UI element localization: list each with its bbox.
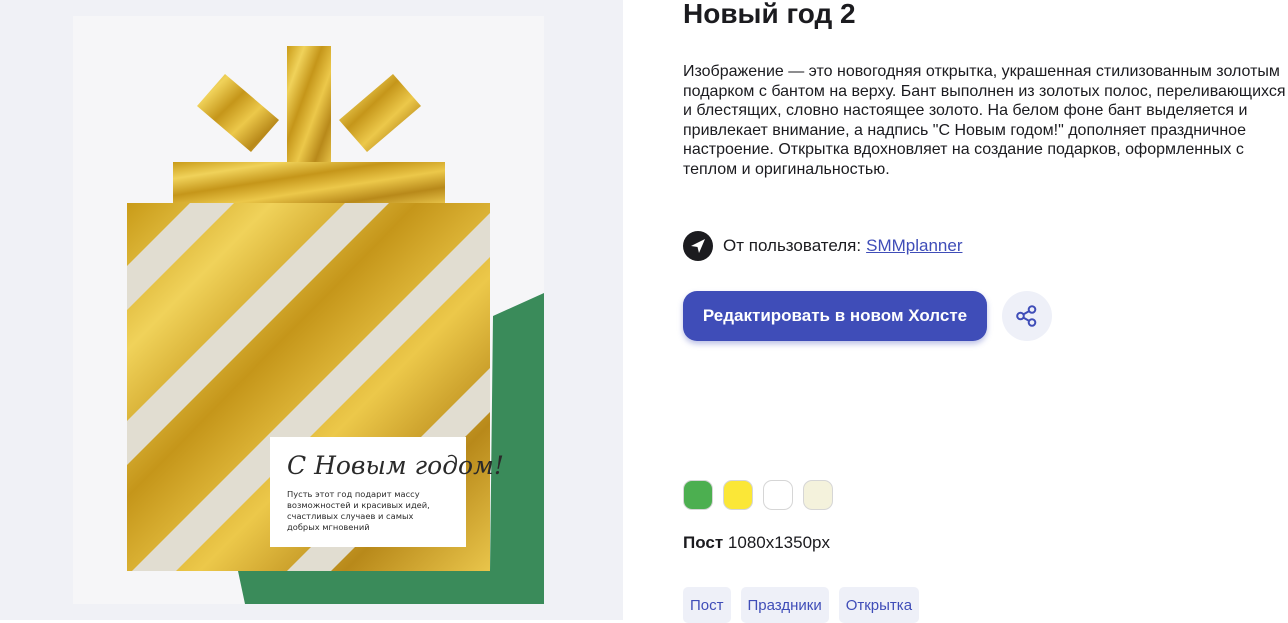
card-text-line: возможностей и красивых идей,	[287, 500, 430, 510]
author-prefix: От пользователя:	[723, 236, 862, 255]
share-button[interactable]	[1002, 291, 1052, 341]
card-text-line: счастливых случаев и самых	[287, 511, 414, 521]
template-preview-image[interactable]: С Новым годом! Пусть этот год подарит ма…	[73, 16, 544, 604]
format-size: Пост 1080x1350px	[683, 533, 830, 553]
edit-in-canvas-button[interactable]: Редактировать в новом Холсте	[683, 291, 987, 341]
card-greeting: С Новым годом!	[287, 451, 504, 480]
format-label: Пост	[683, 533, 724, 552]
color-swatch-cream[interactable]	[803, 480, 833, 510]
page-title: Новый год 2	[683, 0, 856, 29]
color-swatch-yellow[interactable]	[723, 480, 753, 510]
format-dimensions: 1080x1350px	[727, 533, 830, 552]
tag-post[interactable]: Пост	[683, 587, 731, 623]
card-text-line: Пусть этот год подарит массу	[287, 489, 420, 499]
gift-card-illustration: С Новым годом! Пусть этот год подарит ма…	[73, 16, 544, 604]
tag-list: Пост Праздники Открытка	[683, 587, 920, 623]
author-link[interactable]: SMMplanner	[866, 236, 962, 256]
preview-panel: С Новым годом! Пусть этот год подарит ма…	[0, 0, 623, 620]
card-text-line: добрых мгновений	[287, 522, 370, 532]
tag-holidays[interactable]: Праздники	[740, 587, 829, 623]
tag-card[interactable]: Открытка	[838, 587, 920, 623]
paper-plane-icon	[683, 231, 713, 261]
author-row: От пользователя: SMMplanner	[683, 231, 962, 261]
share-icon	[1016, 305, 1037, 327]
color-palette	[683, 480, 833, 510]
color-swatch-white[interactable]	[763, 480, 793, 510]
template-description: Изображение — это новогодняя открытка, у…	[683, 63, 1286, 178]
color-swatch-green[interactable]	[683, 480, 713, 510]
